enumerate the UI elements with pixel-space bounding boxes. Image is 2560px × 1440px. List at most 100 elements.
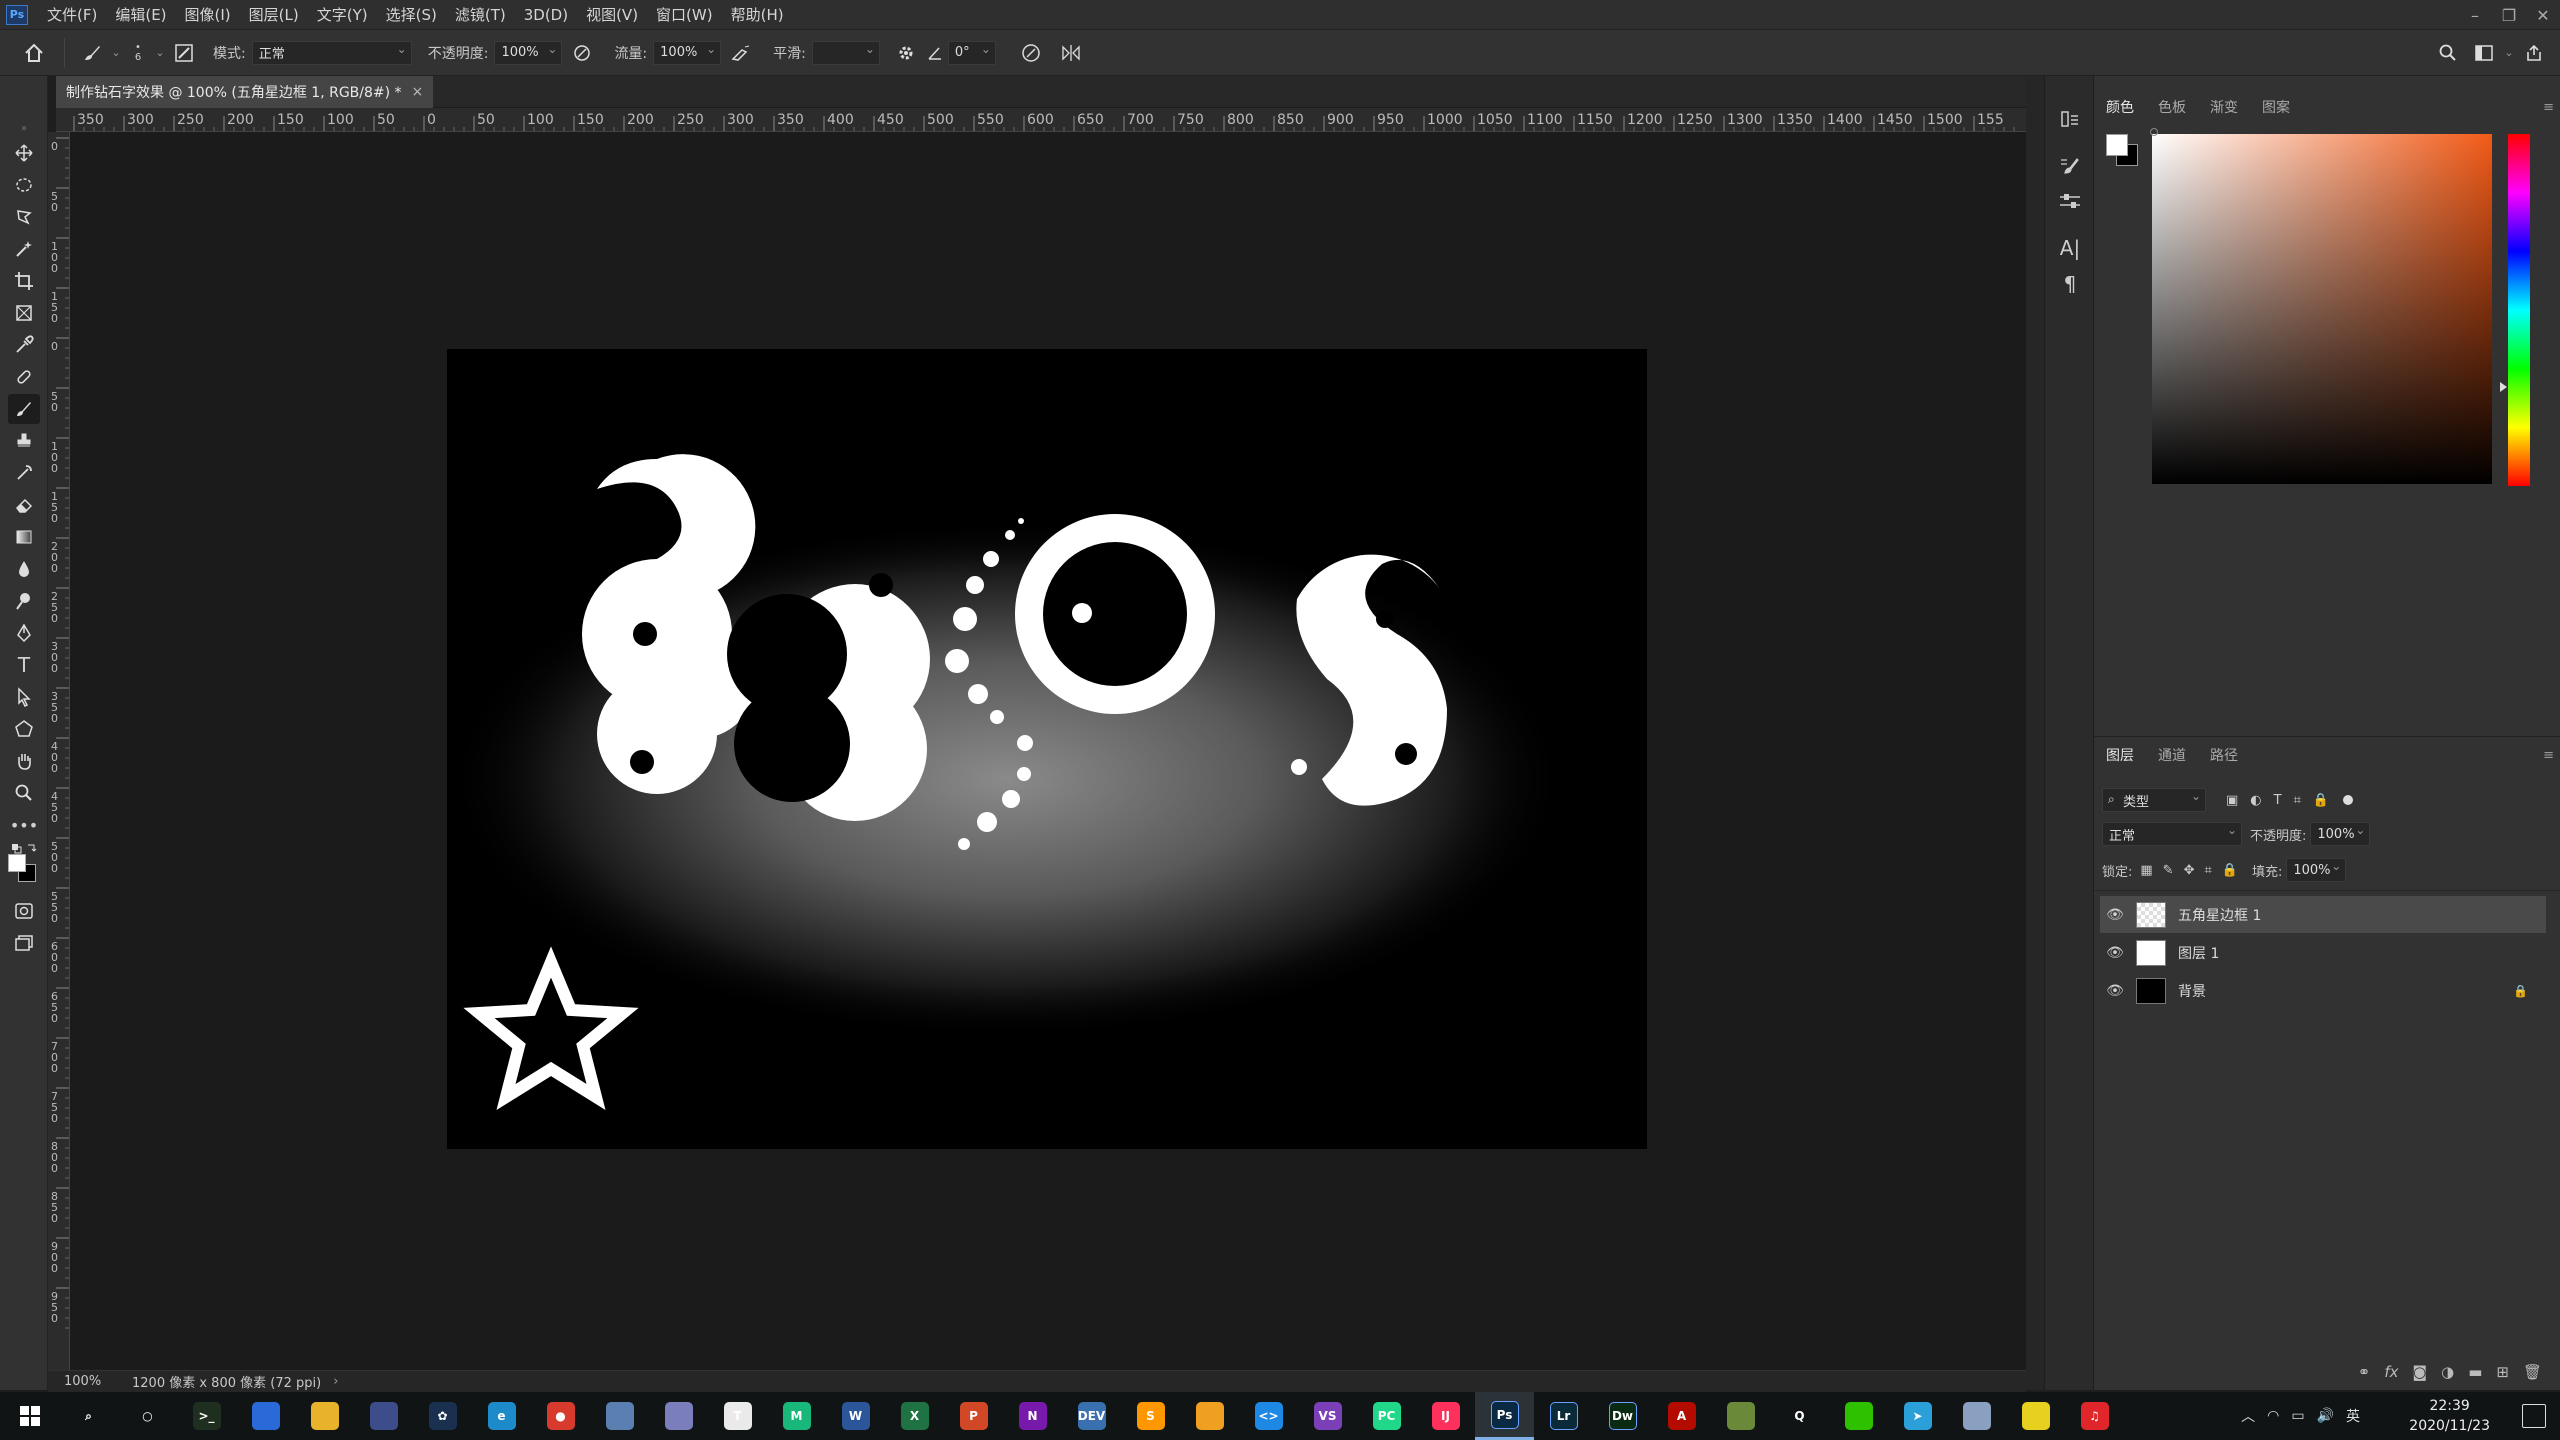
tab-paths[interactable]: 路径 xyxy=(2198,745,2250,765)
taskbar-excel-button[interactable]: X xyxy=(885,1392,944,1440)
document-tab[interactable]: 制作钻石字效果 @ 100% (五角星边框 1, RGB/8#) * × xyxy=(56,76,434,108)
brush-tool-icon[interactable] xyxy=(8,394,40,424)
taskbar-photoshop-button[interactable]: Ps xyxy=(1475,1392,1534,1440)
opacity-input[interactable]: 100% xyxy=(494,40,563,65)
taskbar-app-2-button[interactable] xyxy=(590,1392,649,1440)
brush-size-picker[interactable]: • 6 xyxy=(123,42,153,63)
taskbar-settings-button[interactable]: ✿ xyxy=(413,1392,472,1440)
chevron-down-icon[interactable]: ⌄ xyxy=(2502,46,2516,59)
layer-row-layer-1[interactable]: 👁 图层 1 xyxy=(2100,934,2546,971)
visibility-eye-icon[interactable]: 👁 xyxy=(2100,983,2130,999)
taskbar-terminal-button[interactable]: >_ xyxy=(177,1392,236,1440)
marquee-tool-icon[interactable] xyxy=(8,170,40,200)
taskbar-acrobat-button[interactable]: A xyxy=(1652,1392,1711,1440)
shape-tool-icon[interactable] xyxy=(8,714,40,744)
symmetry-icon[interactable] xyxy=(1054,43,1088,63)
move-tool-icon[interactable] xyxy=(8,138,40,168)
menu-help[interactable]: 帮助(H) xyxy=(722,4,793,25)
menu-image[interactable]: 图像(I) xyxy=(176,4,240,25)
layer-filter-icons[interactable]: ▣◐T⌗🔒 xyxy=(2226,793,2341,808)
taskbar-onenote-button[interactable]: N xyxy=(1003,1392,1062,1440)
screen-mode-icon[interactable] xyxy=(8,928,40,958)
taskbar-cortana-button[interactable]: ○ xyxy=(118,1392,177,1440)
lasso-tool-icon[interactable] xyxy=(8,202,40,232)
quick-mask-icon[interactable] xyxy=(8,896,40,926)
home-icon[interactable] xyxy=(14,42,54,64)
tab-gradients[interactable]: 渐变 xyxy=(2198,97,2250,117)
gear-icon[interactable] xyxy=(888,43,924,63)
adjustment-icon[interactable]: ◑ xyxy=(2441,1363,2454,1381)
menu-type[interactable]: 文字(Y) xyxy=(308,4,377,25)
more-tools-icon[interactable]: ••• xyxy=(8,810,40,840)
link-icon[interactable]: ⚭ xyxy=(2358,1363,2371,1381)
horizontal-ruler[interactable]: 350 300 250 200 150 100 50 0 50 100 150 200 250 300 35… xyxy=(56,108,2026,132)
chevron-down-icon[interactable]: ⌄ xyxy=(153,46,167,59)
taskbar-word-button[interactable]: W xyxy=(826,1392,885,1440)
taskbar-app-3-button[interactable] xyxy=(649,1392,708,1440)
layer-row-background[interactable]: 👁 背景 🔒 xyxy=(2100,972,2546,1009)
taskbar-sublime-button[interactable]: S xyxy=(1121,1392,1180,1440)
menu-layer[interactable]: 图层(L) xyxy=(240,4,308,25)
blur-tool-icon[interactable] xyxy=(8,554,40,584)
color-picker-marker[interactable] xyxy=(2150,128,2158,136)
taskbar-calculator-button[interactable] xyxy=(354,1392,413,1440)
hue-slider-marker[interactable] xyxy=(2500,382,2507,392)
collapse-handle-icon[interactable]: » xyxy=(8,116,40,140)
mode-select[interactable]: 正常 xyxy=(251,40,412,65)
angle-input[interactable]: 0° xyxy=(947,40,996,65)
flow-input[interactable]: 100% xyxy=(653,40,722,65)
taskbar-mindmaster-button[interactable]: M xyxy=(767,1392,826,1440)
taskbar-visualstudio-button[interactable]: VS xyxy=(1298,1392,1357,1440)
taskbar-lightroom-button[interactable]: Lr xyxy=(1534,1392,1593,1440)
layers-panel-menu-icon[interactable]: ≡ xyxy=(2543,748,2554,763)
wifi-icon[interactable]: ◠ xyxy=(2267,1408,2279,1424)
crop-tool-icon[interactable] xyxy=(8,266,40,296)
smooth-input[interactable] xyxy=(811,40,880,65)
panel-menu-icon[interactable]: ≡ xyxy=(2543,100,2554,115)
healing-brush-tool-icon[interactable] xyxy=(8,362,40,392)
lock-options-icons[interactable]: ▦✎✥⌗🔒 xyxy=(2140,863,2248,878)
status-menu-arrow[interactable]: › xyxy=(333,1374,338,1389)
paragraph-panel-icon[interactable]: ¶ xyxy=(2057,272,2083,302)
menu-select[interactable]: 选择(S) xyxy=(377,4,446,25)
color-swatches[interactable] xyxy=(8,854,38,884)
layer-row-star-frame[interactable]: 👁 五角星边框 1 xyxy=(2100,896,2546,933)
adjustments-panel-icon[interactable] xyxy=(2057,188,2083,218)
visibility-eye-icon[interactable]: 👁 xyxy=(2100,945,2130,961)
pressure-opacity-icon[interactable] xyxy=(562,43,602,63)
photoshop-logo-icon[interactable]: Ps xyxy=(6,4,28,25)
brushes-panel-icon[interactable] xyxy=(2057,152,2083,182)
character-panel-icon[interactable]: A| xyxy=(2057,236,2083,266)
minimize-button[interactable]: – xyxy=(2458,0,2492,30)
menu-edit[interactable]: 编辑(E) xyxy=(106,4,175,25)
taskbar-telegram-button[interactable]: ➤ xyxy=(1888,1392,1947,1440)
taskbar-chrome-button[interactable]: ● xyxy=(531,1392,590,1440)
layer-opacity-input[interactable]: 100% xyxy=(2310,822,2371,846)
taskbar-pycharm-button[interactable]: PC xyxy=(1357,1392,1416,1440)
tab-color[interactable]: 颜色 xyxy=(2094,97,2146,117)
tab-swatches[interactable]: 色板 xyxy=(2146,97,2198,117)
restore-button[interactable]: ❐ xyxy=(2492,0,2526,30)
taskbar-edge-button[interactable]: e xyxy=(472,1392,531,1440)
taskbar-netease-music-button[interactable]: ♫ xyxy=(2065,1392,2124,1440)
foreground-color-swatch[interactable] xyxy=(8,854,26,872)
taskbar-app-1-button[interactable] xyxy=(236,1392,295,1440)
tab-channels[interactable]: 通道 xyxy=(2146,745,2198,765)
document-canvas[interactable] xyxy=(447,349,1647,1149)
fill-input[interactable]: 100% xyxy=(2286,858,2347,882)
history-panel-icon[interactable] xyxy=(2057,106,2083,136)
input-language[interactable]: 英 xyxy=(2346,1406,2360,1426)
search-icon[interactable] xyxy=(2430,43,2466,63)
clone-stamp-tool-icon[interactable] xyxy=(8,426,40,456)
menu-file[interactable]: 文件(F) xyxy=(38,4,106,25)
close-button[interactable]: ✕ xyxy=(2526,0,2560,30)
zoom-level[interactable]: 100% xyxy=(64,1374,124,1389)
taskbar-qq-button[interactable]: Q xyxy=(1770,1392,1829,1440)
tab-patterns[interactable]: 图案 xyxy=(2250,97,2302,117)
hue-slider[interactable] xyxy=(2508,134,2530,486)
vertical-ruler[interactable]: 0501001500501001502002503003504004505005… xyxy=(48,132,70,1370)
zoom-tool-icon[interactable] xyxy=(8,778,40,808)
taskbar-devcpp-button[interactable]: DEV xyxy=(1062,1392,1121,1440)
brush-settings-icon[interactable] xyxy=(167,43,201,63)
menu-view[interactable]: 视图(V) xyxy=(577,4,647,25)
